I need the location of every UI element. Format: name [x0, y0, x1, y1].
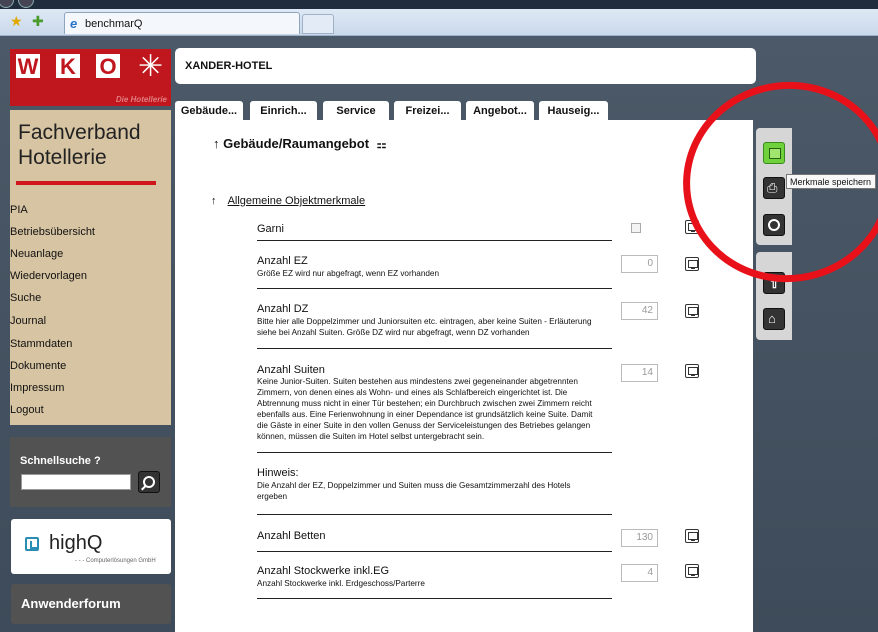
divider	[16, 181, 156, 185]
divider	[257, 240, 612, 241]
logo-letter-w: W	[16, 54, 40, 79]
row-dz-title: Anzahl DZ	[257, 303, 309, 315]
quicksearch-input[interactable]	[21, 474, 131, 490]
browser-tab-label: benchmarQ	[85, 18, 143, 30]
highq-logo[interactable]: highQ - - - Computerlösungen GmbH	[11, 519, 171, 574]
row-suiten-save-icon[interactable]	[685, 364, 699, 378]
section-title-text: ↑ Gebäude/Raumangebot	[213, 136, 370, 151]
row-hinweis-title: Hinweis:	[257, 467, 299, 479]
anzahl-suiten-input[interactable]: 14	[621, 364, 658, 382]
favorites-bar: ★ ✚ e benchmarQ	[0, 9, 878, 36]
anzahl-ez-input[interactable]: 0	[621, 255, 658, 273]
row-ez-desc: Größe EZ wird nur abgefragt, wenn EZ vor…	[257, 269, 440, 278]
row-betten-title: Anzahl Betten	[257, 530, 326, 542]
divider	[257, 452, 612, 453]
row-stockwerke-desc: Anzahl Stockwerke inkl. Erdgeschoss/Part…	[257, 579, 425, 588]
nav-item-betriebsuebersicht[interactable]: Betriebsübersicht	[10, 226, 95, 238]
tab-einrichtung[interactable]: Einrich...	[250, 101, 317, 122]
row-stockwerke-save-icon[interactable]	[685, 564, 699, 578]
hotel-name: XANDER-HOTEL	[185, 60, 273, 72]
sitemap-icon[interactable]: ⚏	[377, 139, 387, 151]
favorites-star-icon[interactable]: ★	[10, 13, 23, 30]
add-favorite-icon[interactable]: ✚	[32, 13, 44, 30]
tab-gebaeude[interactable]: Gebäude...	[175, 101, 243, 122]
row-suiten-title: Anzahl Suiten	[257, 364, 325, 376]
tab-service[interactable]: Service	[323, 101, 389, 122]
row-stockwerke-title: Anzahl Stockwerke inkl.EG	[257, 565, 390, 577]
home-button[interactable]: ⌂	[763, 308, 785, 330]
forward-button[interactable]	[18, 0, 34, 8]
logo-subtitle: Die Hotellerie	[115, 95, 167, 104]
nav-item-wiedervorlagen[interactable]: Wiedervorlagen	[10, 270, 87, 282]
row-dz-desc: Bitte hier alle Doppelzimmer und Juniors…	[257, 317, 592, 337]
search-icon	[143, 476, 155, 488]
quicksearch-button[interactable]	[138, 471, 160, 493]
row-ez-save-icon[interactable]	[685, 257, 699, 271]
divider	[257, 348, 612, 349]
row-betten-save-icon[interactable]	[685, 529, 699, 543]
nav-item-journal[interactable]: Journal	[10, 315, 46, 327]
highq-logo-icon	[25, 537, 39, 551]
anzahl-dz-input[interactable]: 42	[621, 302, 658, 320]
sidebar-nav-panel: Fachverband Hotellerie PIA Betriebsübers…	[10, 110, 171, 425]
row-dz-save-icon[interactable]	[685, 304, 699, 318]
nav-item-dokumente[interactable]: Dokumente	[10, 360, 66, 372]
divider	[257, 514, 612, 515]
garni-checkbox[interactable]	[631, 223, 641, 233]
nav-item-stammdaten[interactable]: Stammdaten	[10, 338, 72, 350]
divider	[257, 288, 612, 289]
flower-icon: ✳	[138, 50, 164, 83]
group-header[interactable]: ↑ Allgemeine Objektmerkmale	[211, 195, 365, 207]
row-garni-title: Garni	[257, 223, 284, 235]
home-icon: ⌂	[768, 311, 776, 326]
tab-freizeit[interactable]: Freizei...	[394, 101, 461, 122]
anwenderforum-button[interactable]: Anwenderforum	[11, 584, 171, 624]
logo-letter-o: O	[96, 54, 120, 79]
window-titlebar	[0, 0, 878, 9]
nav-item-impressum[interactable]: Impressum	[10, 382, 64, 394]
quicksearch-panel: Schnellsuche ?	[10, 437, 171, 507]
hotel-header: XANDER-HOTEL	[175, 48, 756, 84]
divider	[257, 598, 612, 599]
nav-item-neuanlage[interactable]: Neuanlage	[10, 248, 63, 260]
new-tab-button[interactable]	[302, 14, 334, 34]
anwenderforum-label: Anwenderforum	[21, 596, 121, 611]
tab-hauseigenschaften[interactable]: Hauseig...	[539, 101, 608, 122]
nav-item-pia[interactable]: PIA	[10, 204, 28, 216]
row-hinweis-desc: Die Anzahl der EZ, Doppelzimmer und Suit…	[257, 481, 571, 501]
back-button[interactable]	[0, 0, 14, 8]
nav-item-logout[interactable]: Logout	[10, 404, 44, 416]
content-panel: ↑ Gebäude/Raumangebot ⚏ ↑ Allgemeine Obj…	[175, 120, 753, 632]
logo-letter-k: K	[56, 54, 80, 79]
org-title: Fachverband Hotellerie	[18, 121, 141, 169]
up-arrow-icon: ↑	[211, 195, 217, 207]
divider	[257, 551, 612, 552]
row-ez-title: Anzahl EZ	[257, 255, 308, 267]
section-title[interactable]: ↑ Gebäude/Raumangebot ⚏	[213, 136, 387, 151]
anzahl-stockwerke-input[interactable]: 4	[621, 564, 658, 582]
highq-name: highQ	[49, 532, 103, 554]
ie-icon: e	[70, 16, 78, 31]
wko-logo[interactable]: W K O ✳ Die Hotellerie	[10, 49, 171, 106]
row-suiten-desc: Keine Junior-Suiten. Suiten bestehen aus…	[257, 377, 593, 441]
browser-tab[interactable]: e benchmarQ	[64, 12, 300, 34]
highq-claim: - - - Computerlösungen GmbH	[75, 558, 156, 564]
anzahl-betten-input[interactable]: 130	[621, 529, 658, 547]
nav-item-suche[interactable]: Suche	[10, 292, 41, 304]
group-title-link[interactable]: Allgemeine Objektmerkmale	[228, 195, 366, 207]
tab-angebot[interactable]: Angebot...	[466, 101, 534, 122]
quicksearch-label: Schnellsuche ?	[20, 455, 101, 467]
